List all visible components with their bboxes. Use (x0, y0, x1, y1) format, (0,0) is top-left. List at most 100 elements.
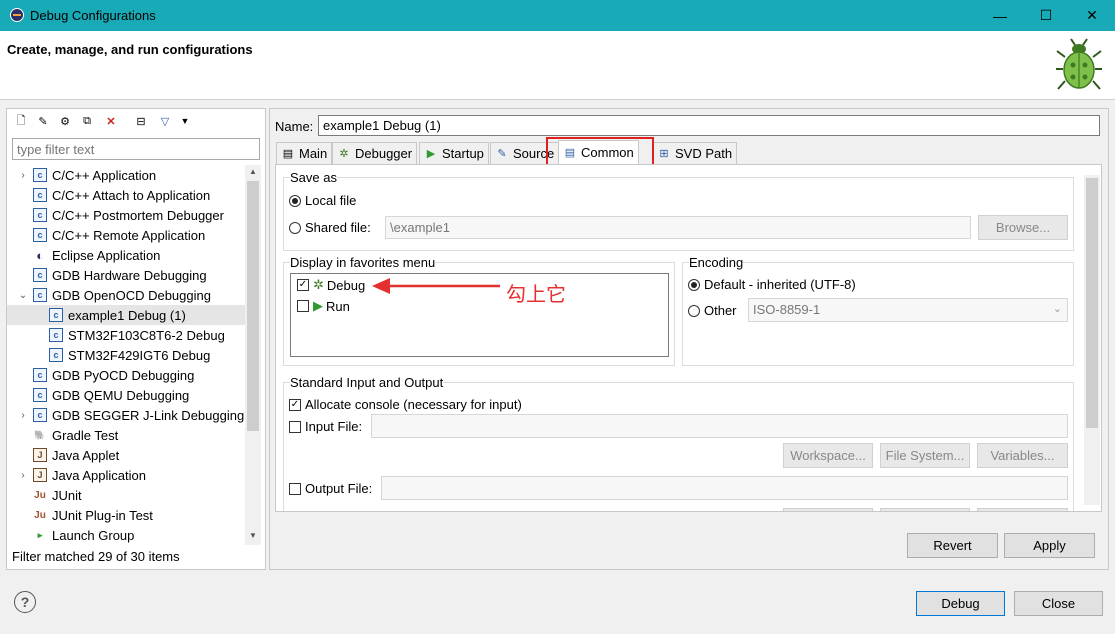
delete-config-icon[interactable]: ✕ (103, 113, 119, 129)
favorite-debug-label: Debug (326, 277, 366, 293)
output-file-field[interactable] (381, 476, 1068, 500)
tree-item[interactable]: Ju JUnit (7, 485, 247, 505)
tree-item[interactable]: c C/C++ Remote Application (7, 225, 247, 245)
browse-button[interactable]: Browse... (978, 215, 1068, 240)
c-config-icon: c (33, 388, 47, 402)
input-file-field[interactable] (371, 414, 1068, 438)
tree-item[interactable]: c GDB Hardware Debugging (7, 265, 247, 285)
configuration-tree: › c C/C++ Application c C/C++ Attach to Appl… (7, 165, 247, 545)
debug-button[interactable]: Debug (916, 591, 1005, 616)
shared-file-label: Shared file: (305, 220, 371, 235)
tree-scrollbar[interactable]: ▲ ▼ (245, 165, 261, 545)
scroll-up-icon[interactable]: ▲ (249, 167, 257, 176)
output-variables-button-partial[interactable] (977, 508, 1068, 511)
shared-file-field[interactable]: \example1 (385, 216, 971, 239)
run-play-icon: ▶ (313, 298, 323, 313)
tab-svd-path[interactable]: ⊞ SVD Path (652, 142, 738, 164)
allocate-console-checkbox[interactable]: ✓ Allocate console (necessary for input) (289, 397, 522, 412)
variables-button[interactable]: Variables... (977, 443, 1068, 468)
tab-main[interactable]: ▤ Main (276, 142, 333, 164)
c-config-icon: c (33, 368, 47, 382)
help-icon[interactable]: ? (14, 591, 36, 613)
expand-toggle-icon[interactable]: ⌄ (17, 290, 29, 301)
filter-input[interactable] (12, 138, 260, 160)
standard-io-label: Standard Input and Output (290, 375, 444, 390)
tree-item-label: C/C++ Remote Application (52, 227, 206, 243)
close-window-button[interactable]: ✕ (1069, 0, 1115, 31)
collapse-all-icon[interactable]: ⊟ (133, 113, 149, 129)
java-applet-icon: J (33, 448, 47, 462)
filter-icon[interactable]: ▽ (157, 113, 173, 129)
minimize-button[interactable]: — (977, 0, 1023, 31)
tab-label: Main (299, 146, 328, 161)
maximize-button[interactable]: ☐ (1023, 0, 1069, 31)
apply-button[interactable]: Apply (1004, 533, 1095, 558)
output-workspace-button-partial[interactable] (783, 508, 873, 511)
encoding-other-radio[interactable]: Other (688, 303, 737, 318)
tree-item-label: Eclipse Application (52, 247, 161, 263)
content-scrollbar[interactable] (1084, 175, 1100, 505)
tree-item[interactable]: c GDB PyOCD Debugging (7, 365, 247, 385)
filter-menu-chevron-icon[interactable]: ▼ (177, 113, 193, 129)
new-config-icon[interactable]: 🗋 (13, 113, 29, 129)
checkbox-checked-icon: ✓ (289, 398, 301, 411)
expand-toggle-icon[interactable]: › (17, 470, 29, 481)
junit-icon: Ju (34, 489, 46, 501)
tree-item[interactable]: c C/C++ Postmortem Debugger (7, 205, 247, 225)
favorites-label: Display in favorites menu (290, 255, 436, 270)
export-config-icon[interactable]: ⚙ (57, 113, 73, 129)
scroll-thumb[interactable] (247, 181, 259, 431)
revert-button[interactable]: Revert (907, 533, 998, 558)
tree-item[interactable]: c example1 Debug (1) (7, 305, 247, 325)
tree-item-label: example1 Debug (1) (68, 307, 186, 323)
scroll-down-icon[interactable]: ▼ (249, 531, 257, 540)
tree-item[interactable]: 🐘 Gradle Test (7, 425, 247, 445)
tree-item[interactable]: › c C/C++ Application (7, 165, 247, 185)
c-config-icon: c (33, 288, 47, 302)
tree-item[interactable]: ▸ Launch Group (7, 525, 247, 545)
scroll-thumb[interactable] (1086, 178, 1098, 428)
tree-item[interactable]: J Java Applet (7, 445, 247, 465)
junit-icon: Ju (34, 509, 46, 521)
tab-startup[interactable]: ▶ Startup (419, 142, 489, 164)
tree-item[interactable]: Ju JUnit Plug-in Test (7, 505, 247, 525)
file-system-button[interactable]: File System... (880, 443, 970, 468)
workspace-button[interactable]: Workspace... (783, 443, 873, 468)
expand-toggle-icon[interactable]: › (17, 410, 29, 421)
svd-tree-icon: ⊞ (659, 148, 669, 160)
tree-item[interactable]: ⌄ c GDB OpenOCD Debugging (7, 285, 247, 305)
header-title: Create, manage, and run configurations (7, 42, 253, 57)
duplicate-config-icon[interactable]: ⧉ (79, 113, 95, 129)
tree-item[interactable]: c STM32F103C8T6-2 Debug (7, 325, 247, 345)
checkbox-empty-icon (297, 300, 309, 312)
tree-item[interactable]: c C/C++ Attach to Application (7, 185, 247, 205)
local-file-radio[interactable]: Local file (289, 193, 356, 208)
encoding-other-label: Other (704, 303, 737, 318)
favorite-debug-checkbox[interactable]: ✓ ✲ Debug (297, 277, 365, 293)
favorite-run-checkbox[interactable]: ▶ Run (297, 298, 350, 314)
window-title: Debug Configurations (30, 8, 156, 23)
tree-item[interactable]: c GDB QEMU Debugging (7, 385, 247, 405)
close-button[interactable]: Close (1014, 591, 1103, 616)
input-file-checkbox[interactable]: Input File: (289, 419, 362, 434)
shared-file-radio[interactable]: Shared file: (289, 220, 371, 235)
tab-debugger[interactable]: ✲ Debugger (332, 142, 418, 164)
tree-item[interactable]: › J Java Application (7, 465, 247, 485)
output-file-checkbox[interactable]: Output File: (289, 481, 372, 496)
expand-toggle-icon[interactable]: › (17, 170, 29, 181)
tree-item[interactable]: c STM32F429IGT6 Debug (7, 345, 247, 365)
checkbox-empty-icon (289, 420, 301, 433)
tree-item[interactable]: ◐ Eclipse Application (7, 245, 247, 265)
new-prototype-icon[interactable]: ✎ (35, 113, 51, 129)
tree-item[interactable]: › c GDB SEGGER J-Link Debugging (7, 405, 247, 425)
name-input[interactable] (318, 115, 1100, 136)
tree-item-label: STM32F429IGT6 Debug (68, 347, 211, 363)
c-config-icon: c (33, 188, 47, 202)
output-file-system-button-partial[interactable] (880, 508, 970, 511)
encoding-default-radio[interactable]: Default - inherited (UTF-8) (688, 277, 856, 292)
tree-item-label: Gradle Test (52, 427, 119, 443)
tab-label: Startup (442, 146, 484, 161)
encoding-select[interactable]: ISO-8859-1 ⌄ (748, 298, 1068, 322)
configuration-editor-panel: Name: ▤Main ✲Debugger ▶Startup ✎Source ▤… (269, 108, 1109, 570)
debug-bug-icon (1056, 38, 1102, 90)
